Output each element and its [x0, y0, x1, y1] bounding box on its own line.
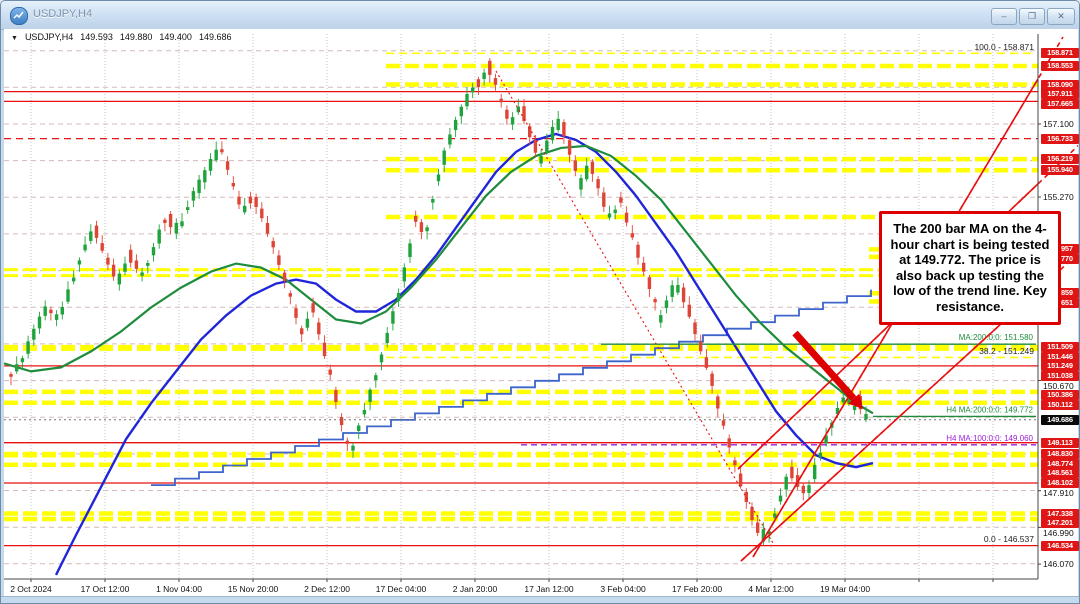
window-bottom-border — [1, 596, 1080, 604]
svg-text:MA:200:0:0: 151.580: MA:200:0:0: 151.580 — [959, 333, 1034, 342]
time-axis-label: 2 Jan 20:00 — [453, 584, 497, 594]
time-axis-label: 2 Dec 12:00 — [304, 584, 350, 594]
close-value: 149.686 — [199, 32, 232, 42]
open-value: 149.593 — [80, 32, 113, 42]
chevron-down-icon[interactable]: ▼ — [11, 35, 18, 42]
time-axis-label: 3 Feb 04:00 — [600, 584, 645, 594]
time-axis-label: 1 Nov 04:00 — [156, 584, 202, 594]
time-axis-label: 17 Jan 12:00 — [524, 584, 573, 594]
symbol-label: USDJPY,H4 — [25, 32, 73, 42]
svg-text:38.2 - 151.249: 38.2 - 151.249 — [979, 346, 1034, 356]
time-axis: 2 Oct 2024 17 Oct 12:00 1 Nov 04:00 15 Nov … — [1, 582, 1041, 596]
high-value: 149.880 — [120, 32, 153, 42]
annotation-text: The 200 bar MA on the 4-hour chart is be… — [886, 221, 1054, 315]
chart-window: USDJPY,H4 – ❐ ✕ 100.0 - 158.87138.2 - 15… — [0, 0, 1080, 604]
ohlc-header: ▼ USDJPY,H4 149.593 149.880 149.400 149.686 — [11, 32, 238, 42]
time-axis-label: 15 Nov 20:00 — [228, 584, 279, 594]
svg-text:H4 MA:100:0:0: 149.060: H4 MA:100:0:0: 149.060 — [946, 434, 1033, 443]
time-axis-label: 17 Dec 04:00 — [376, 584, 427, 594]
svg-text:H4 MA:200:0:0: 149.772: H4 MA:200:0:0: 149.772 — [946, 405, 1033, 414]
time-axis-label: 17 Oct 12:00 — [81, 584, 130, 594]
annotation-box[interactable]: The 200 bar MA on the 4-hour chart is be… — [879, 211, 1061, 325]
time-axis-label: 4 Mar 12:00 — [748, 584, 793, 594]
svg-text:0.0 - 146.537: 0.0 - 146.537 — [984, 534, 1034, 544]
time-axis-label: 17 Feb 20:00 — [672, 584, 722, 594]
time-axis-label: 19 Mar 04:00 — [820, 584, 870, 594]
svg-text:100.0 - 158.871: 100.0 - 158.871 — [974, 42, 1034, 52]
time-axis-label: 2 Oct 2024 — [10, 584, 52, 594]
low-value: 149.400 — [159, 32, 192, 42]
